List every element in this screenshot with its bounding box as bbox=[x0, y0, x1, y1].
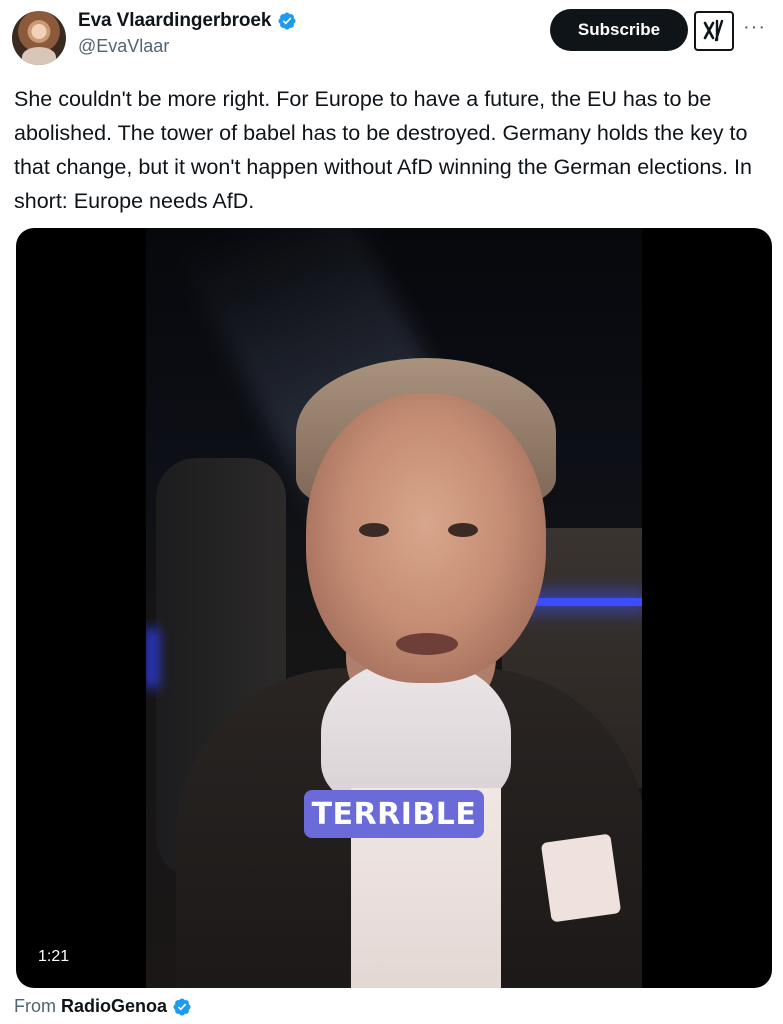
author-name-row: Eva Vlaardingerbroek bbox=[78, 10, 297, 32]
subscribe-button[interactable]: Subscribe bbox=[550, 9, 688, 51]
grok-button[interactable] bbox=[694, 11, 734, 51]
tweet-header: Eva Vlaardingerbroek @EvaVlaar Subscribe… bbox=[12, 6, 772, 66]
attribution-source-link[interactable]: RadioGenoa bbox=[61, 996, 167, 1017]
person-mouth bbox=[396, 633, 458, 655]
person-eye-left bbox=[359, 523, 389, 537]
video-player[interactable]: TERRIBLE 1:21 bbox=[16, 228, 772, 988]
ambient-light-glow bbox=[146, 628, 158, 688]
video-duration: 1:21 bbox=[28, 944, 80, 970]
more-options-icon[interactable]: ··· bbox=[743, 16, 766, 39]
video-caption: TERRIBLE bbox=[304, 790, 484, 838]
author-display-name[interactable]: Eva Vlaardingerbroek bbox=[78, 10, 271, 32]
person-eye-right bbox=[448, 523, 478, 537]
media-attribution: From RadioGenoa bbox=[14, 996, 192, 1017]
grok-icon bbox=[703, 19, 724, 42]
video-frame[interactable]: TERRIBLE bbox=[146, 228, 642, 988]
tweet-text: She couldn't be more right. For Europe t… bbox=[14, 87, 752, 213]
author-handle[interactable]: @EvaVlaar bbox=[78, 36, 297, 57]
author-info: Eva Vlaardingerbroek @EvaVlaar bbox=[78, 10, 297, 57]
verified-badge-icon bbox=[278, 12, 296, 30]
verified-badge-icon bbox=[173, 997, 191, 1016]
pocket-square bbox=[540, 833, 622, 923]
attribution-prefix: From bbox=[14, 996, 56, 1016]
author-avatar[interactable] bbox=[12, 11, 66, 65]
